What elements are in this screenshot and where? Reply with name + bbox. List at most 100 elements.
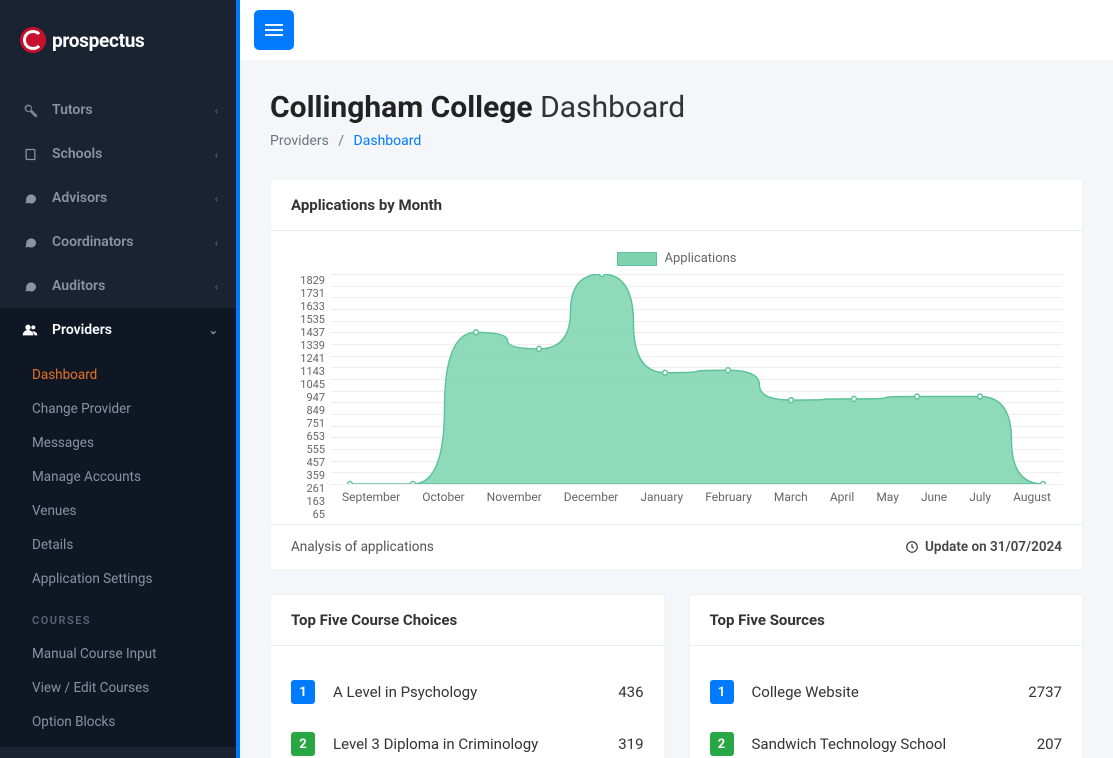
sub-item-change-provider[interactable]: Change Provider	[0, 392, 236, 426]
clock-icon	[905, 540, 919, 554]
book-icon	[20, 147, 40, 162]
top-sources-header: Top Five Sources	[690, 595, 1083, 646]
data-point	[978, 394, 983, 399]
list-item: 1 College Website 2737	[710, 666, 1063, 718]
y-tick: 1045	[300, 378, 325, 391]
y-tick: 1241	[300, 352, 325, 365]
grid-line	[331, 484, 1062, 485]
top-courses-title: Top Five Course Choices	[291, 611, 644, 629]
rank-badge: 1	[291, 680, 315, 704]
logo[interactable]: prospectus	[20, 27, 145, 53]
y-tick: 359	[306, 469, 325, 482]
hamburger-button[interactable]	[254, 10, 294, 50]
y-tick: 65	[313, 508, 325, 521]
sub-item-messages[interactable]: Messages	[0, 426, 236, 460]
x-tick: February	[705, 490, 752, 504]
y-tick: 163	[306, 495, 325, 508]
data-point	[915, 394, 920, 399]
sub-item-view-edit-courses[interactable]: View / Edit Courses	[0, 671, 236, 705]
item-label: Sandwich Technology School	[752, 735, 1037, 753]
sidebar-item-label: Schools	[52, 146, 102, 162]
sidebar-item-label: Providers	[52, 322, 112, 338]
chart-card-title: Applications by Month	[291, 196, 1062, 214]
sidebar-item-auditors[interactable]: Auditors ‹	[0, 264, 236, 308]
page-title-light: Dashboard	[540, 90, 685, 125]
x-tick: December	[564, 490, 619, 504]
content: Collingham College Dashboard Providers /…	[240, 60, 1113, 758]
top-courses-body: 1 A Level in Psychology 436 2 Level 3 Di…	[271, 646, 664, 758]
sidebar: prospectus Tutors ‹ Schools ‹ Advisors ‹…	[0, 0, 236, 758]
topbar	[240, 0, 1113, 60]
users-icon	[20, 322, 40, 338]
nav: Tutors ‹ Schools ‹ Advisors ‹ Coordinato…	[0, 80, 236, 747]
breadcrumb-root[interactable]: Providers	[270, 133, 329, 149]
comment-icon	[20, 235, 40, 250]
y-tick: 1731	[300, 287, 325, 300]
chevron-icon: ‹	[215, 148, 218, 161]
legend-swatch	[617, 252, 657, 266]
y-tick: 1143	[300, 365, 325, 378]
sidebar-item-providers[interactable]: Providers ⌄	[0, 308, 236, 352]
data-point	[663, 370, 668, 375]
chart-card-header: Applications by Month	[271, 180, 1082, 231]
y-tick: 555	[306, 443, 325, 456]
item-value: 207	[1037, 735, 1062, 753]
breadcrumb-current[interactable]: Dashboard	[354, 133, 422, 149]
top-sources-body: 1 College Website 2737 2 Sandwich Techno…	[690, 646, 1083, 758]
chart-wrap: Applications 182917311633153514371339124…	[291, 251, 1062, 504]
chevron-icon: ⌄	[209, 324, 218, 337]
chart-card-footer: Analysis of applications Update on 31/07…	[271, 524, 1082, 569]
plot: SeptemberOctoberNovemberDecemberJanuaryF…	[331, 274, 1062, 504]
chart-legend: Applications	[291, 251, 1062, 266]
y-tick: 1339	[300, 339, 325, 352]
sidebar-item-label: Auditors	[52, 278, 105, 294]
sub-item-manual-course-input[interactable]: Manual Course Input	[0, 637, 236, 671]
list-item: 2 Sandwich Technology School 207	[710, 718, 1063, 758]
chevron-icon: ‹	[215, 192, 218, 205]
breadcrumb: Providers / Dashboard	[270, 133, 1083, 149]
rank-badge: 1	[710, 680, 734, 704]
chart-card-body: Applications 182917311633153514371339124…	[271, 231, 1082, 524]
sidebar-item-tutors[interactable]: Tutors ‹	[0, 88, 236, 132]
chart-footer-right: Update on 31/07/2024	[905, 539, 1062, 555]
chevron-icon: ‹	[215, 280, 218, 293]
sub-item-application-settings[interactable]: Application Settings	[0, 562, 236, 596]
page-title-bold: Collingham College	[270, 90, 533, 125]
main: Collingham College Dashboard Providers /…	[240, 0, 1113, 758]
sub-item-dashboard[interactable]: Dashboard	[0, 358, 236, 392]
y-tick: 261	[306, 482, 325, 495]
sub-item-venues[interactable]: Venues	[0, 494, 236, 528]
logo-text: prospectus	[52, 29, 145, 52]
x-tick: November	[487, 490, 542, 504]
item-value: 319	[618, 735, 643, 753]
rank-badge: 2	[291, 732, 315, 756]
data-point	[411, 482, 416, 485]
sidebar-item-schools[interactable]: Schools ‹	[0, 132, 236, 176]
sidebar-item-advisors[interactable]: Advisors ‹	[0, 176, 236, 220]
data-point	[789, 398, 794, 403]
y-tick: 1829	[300, 274, 325, 287]
sub-item-manage-accounts[interactable]: Manage Accounts	[0, 460, 236, 494]
rank-badge: 2	[710, 732, 734, 756]
y-tick: 849	[306, 404, 325, 417]
sub-item-details[interactable]: Details	[0, 528, 236, 562]
top-sources-card: Top Five Sources 1 College Website 2737 …	[689, 594, 1084, 758]
area-chart	[331, 274, 1062, 484]
x-tick: September	[342, 490, 400, 504]
data-point	[726, 368, 731, 373]
sub-item-option-blocks[interactable]: Option Blocks	[0, 705, 236, 739]
y-tick: 457	[306, 456, 325, 469]
page-title: Collingham College Dashboard	[270, 90, 1083, 125]
item-value: 2737	[1028, 683, 1062, 701]
item-label: College Website	[752, 683, 1029, 701]
area-path	[350, 274, 1043, 484]
y-tick: 1535	[300, 313, 325, 326]
top-courses-header: Top Five Course Choices	[271, 595, 664, 646]
data-point	[348, 482, 353, 485]
x-tick: January	[640, 490, 683, 504]
chart-card: Applications by Month Applications 18291…	[270, 179, 1083, 570]
comment-icon	[20, 279, 40, 294]
sidebar-item-coordinators[interactable]: Coordinators ‹	[0, 220, 236, 264]
chart-area: 1829173116331535143713391241114310459478…	[291, 274, 1062, 504]
top-courses-card: Top Five Course Choices 1 A Level in Psy…	[270, 594, 665, 758]
